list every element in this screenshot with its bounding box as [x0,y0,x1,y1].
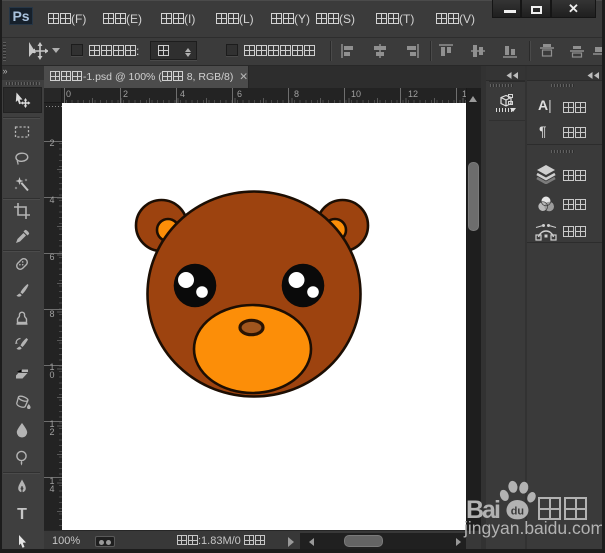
svg-text:du: du [511,505,524,517]
